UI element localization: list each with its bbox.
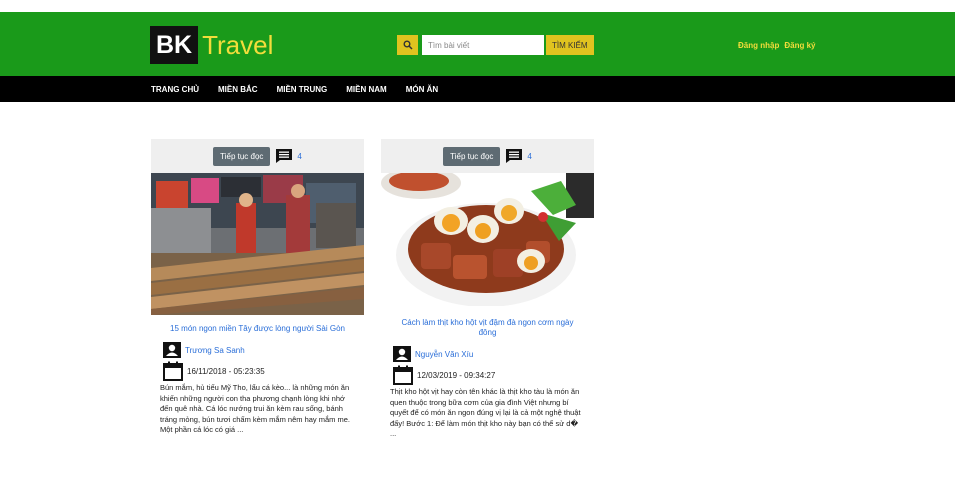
- calendar-icon: [393, 365, 413, 385]
- post-title[interactable]: 15 món ngon miền Tây được lòng người Sài…: [151, 324, 364, 334]
- date-text: 12/03/2019 - 09:34:27: [417, 370, 496, 380]
- post-image[interactable]: [151, 173, 364, 315]
- read-more-button[interactable]: Tiếp tục đọc: [443, 146, 501, 166]
- register-link[interactable]: Đăng ký: [784, 41, 815, 50]
- author-name[interactable]: Nguyễn Văn Xíu: [415, 350, 473, 359]
- post-title[interactable]: Cách làm thịt kho hột vịt đậm đà ngon cơ…: [381, 318, 594, 338]
- post-image[interactable]: [381, 173, 594, 306]
- card-actions: Tiếp tục đọc 4: [381, 139, 594, 173]
- post-excerpt: Thịt kho hột vịt hay còn tên khác là thị…: [390, 387, 581, 439]
- comment-icon[interactable]: [505, 148, 523, 164]
- site-header: BK Travel TÌM KIẾM Đăng nhập Đăng ký: [0, 12, 955, 76]
- search-icon: [403, 40, 413, 50]
- post-card: Tiếp tục đọc 4: [381, 139, 594, 440]
- logo-travel: Travel: [202, 29, 274, 60]
- page: BK Travel TÌM KIẾM Đăng nhập Đăng ký TRAN…: [0, 0, 955, 487]
- search-submit-button[interactable]: TÌM KIẾM: [546, 35, 594, 55]
- comment-count[interactable]: 4: [527, 152, 531, 161]
- post-date: 16/11/2018 - 05:23:35: [163, 361, 364, 381]
- card-actions: Tiếp tục đọc 4: [151, 139, 364, 173]
- site-logo[interactable]: BK Travel: [150, 26, 273, 64]
- auth-links: Đăng nhập Đăng ký: [738, 41, 820, 50]
- user-icon: [393, 346, 411, 362]
- logo-bk: BK: [150, 26, 199, 64]
- login-link[interactable]: Đăng nhập: [738, 41, 779, 50]
- search-icon-button[interactable]: [397, 35, 418, 55]
- user-icon: [163, 342, 181, 358]
- post-date: 12/03/2019 - 09:34:27: [393, 365, 594, 385]
- comment-icon[interactable]: [275, 148, 293, 164]
- nav-item-home[interactable]: TRANG CHỦ: [151, 85, 199, 94]
- main-nav: TRANG CHỦ MIỀN BẮC MIỀN TRUNG MIỀN NAM M…: [0, 76, 955, 102]
- nav-item-south[interactable]: MIỀN NAM: [346, 85, 386, 94]
- read-more-button[interactable]: Tiếp tục đọc: [213, 146, 271, 166]
- post-excerpt: Bún mắm, hủ tiếu Mỹ Tho, lẩu cá kèo... l…: [160, 383, 351, 435]
- nav-item-central[interactable]: MIỀN TRUNG: [277, 85, 328, 94]
- post-card: Tiếp tục đọc 4: [151, 139, 364, 436]
- author-name[interactable]: Trương Sa Sanh: [185, 346, 245, 355]
- search-input[interactable]: [422, 35, 544, 55]
- post-author: Trương Sa Sanh: [163, 342, 364, 358]
- nav-item-north[interactable]: MIỀN BẮC: [218, 85, 258, 94]
- date-text: 16/11/2018 - 05:23:35: [187, 366, 265, 376]
- post-author: Nguyễn Văn Xíu: [393, 346, 594, 362]
- nav-item-food[interactable]: MÓN ĂN: [406, 85, 438, 94]
- search-bar: TÌM KIẾM: [397, 35, 594, 55]
- calendar-icon: [163, 361, 183, 381]
- comment-count[interactable]: 4: [297, 152, 301, 161]
- top-strip: [0, 0, 955, 12]
